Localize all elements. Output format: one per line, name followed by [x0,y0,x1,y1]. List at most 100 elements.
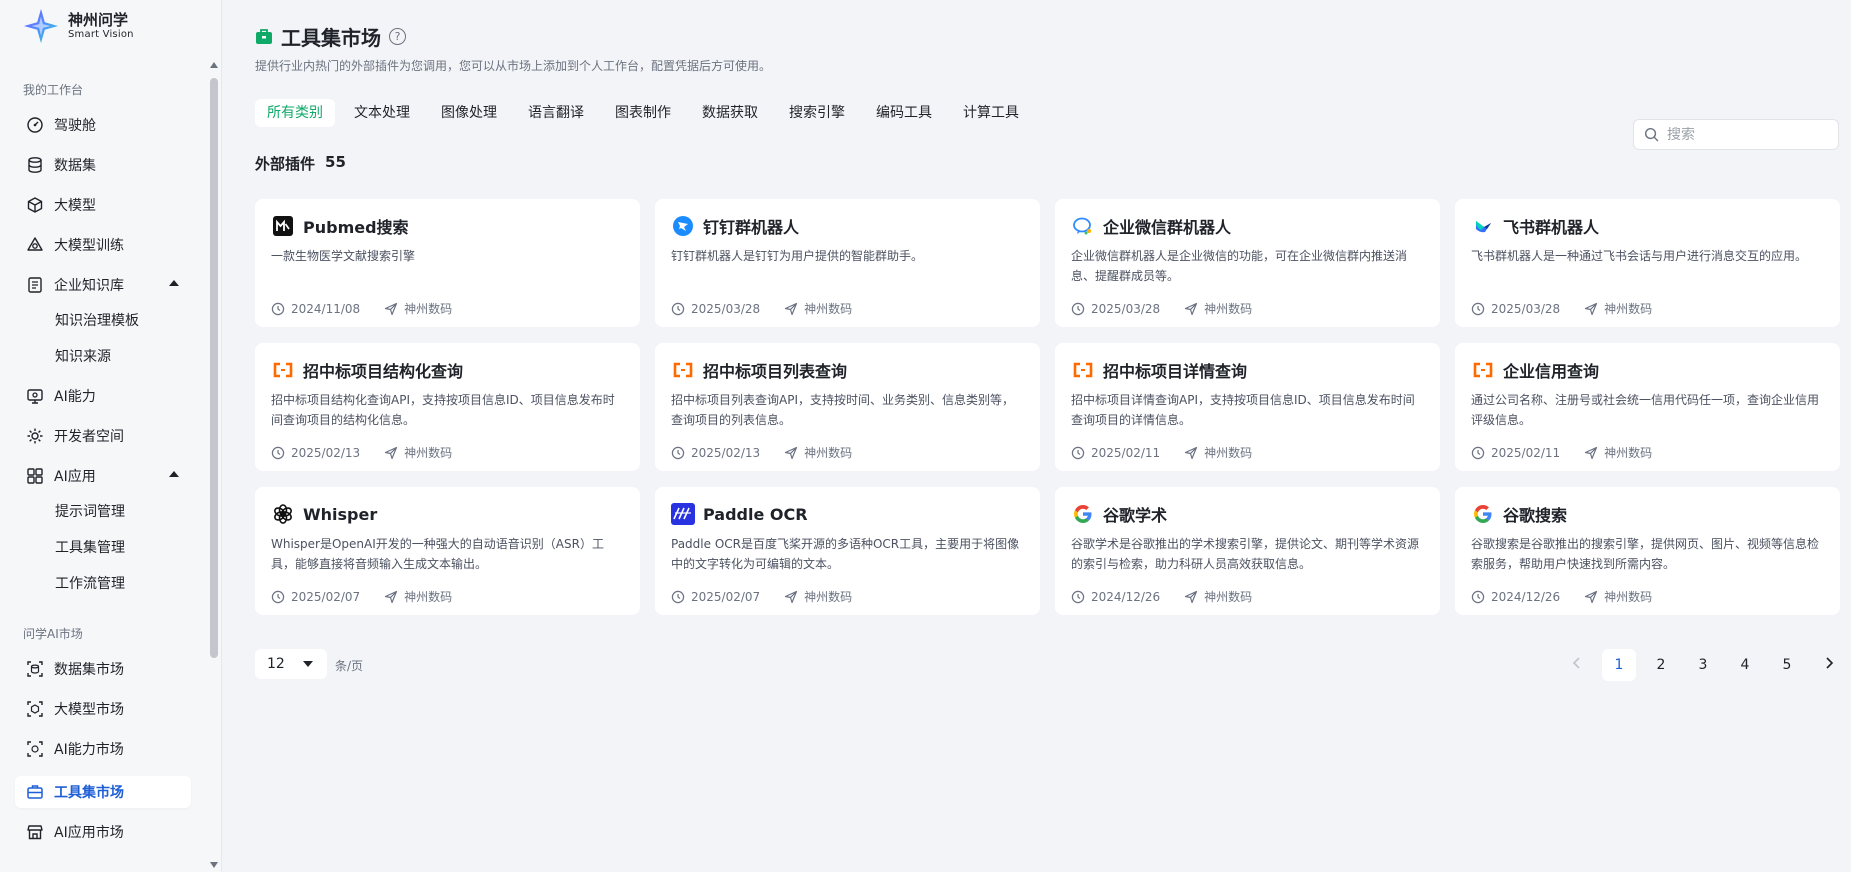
sidebar-item-label: 数据集 [54,158,96,174]
plugin-card-google-scholar[interactable]: 谷歌学术 谷歌学术是谷歌推出的学术搜索引擎，提供论文、期刊等学术资源的索引与检索… [1055,487,1440,615]
sidebar-item-dataset[interactable]: 数据集 [15,149,191,181]
cube-icon [26,196,44,214]
sidebar-item-model[interactable]: 大模型 [15,189,191,221]
sidebar-item-dashboard[interactable]: 驾驶舱 [15,109,191,141]
category-tabs: 所有类别 文本处理 图像处理 语言翻译 图表制作 数据获取 搜索引擎 编码工具 … [255,99,1038,127]
card-description: 招中标项目列表查询API，支持按时间、业务类别、信息类别等，查询项目的列表信息。 [671,393,1014,427]
scrollbar-thumb[interactable] [210,78,218,658]
card-description: 一款生物医学文献搜索引擎 [271,249,416,263]
page-size-select[interactable]: 12 [255,649,327,679]
sidebar-item-knowledge[interactable]: 企业知识库 [15,269,191,301]
card-date: 2025/02/11 [1491,445,1561,460]
sidebar-scrollbar[interactable] [208,58,220,870]
page-button-2[interactable]: 2 [1644,649,1678,681]
sidebar-subitem-prompt[interactable]: 提示词管理 [55,500,125,524]
sidebar-subitem-knowledge-source[interactable]: 知识来源 [55,345,111,369]
card-description: 谷歌搜索是谷歌推出的搜索引擎，提供网页、图片、视频等信息检索服务，帮助用户快速找… [1471,537,1820,571]
plugin-card-whisper[interactable]: Whisper Whisper是OpenAI开发的一种强大的自动语音识别（ASR… [255,487,640,615]
card-publisher: 神州数码 [404,446,453,460]
card-title: 钉钉群机器人 [703,218,800,237]
tab-data[interactable]: 数据获取 [690,99,770,127]
prev-page-button[interactable] [1560,649,1594,681]
next-page-button[interactable] [1812,649,1846,681]
tab-text[interactable]: 文本处理 [342,99,422,127]
sidebar-item-training[interactable]: 大模型训练 [15,229,191,261]
plugin-card-paddle-ocr[interactable]: Paddle OCR Paddle OCR是百度飞桨开源的多语种OCR工具，主要… [655,487,1040,615]
card-title: 谷歌学术 [1103,506,1168,525]
sidebar-subitem-knowledge-template[interactable]: 知识治理模板 [55,309,139,333]
card-title: 企业信用查询 [1503,362,1600,381]
clock-icon [671,590,685,603]
page-button-3[interactable]: 3 [1686,649,1720,681]
scroll-up-arrow-icon[interactable] [210,62,218,68]
tab-translate[interactable]: 语言翻译 [516,99,596,127]
dashboard-icon [26,116,44,134]
sidebar-item-developer[interactable]: 开发者空间 [15,420,191,452]
send-icon [1185,302,1198,315]
dingtalk-icon [671,214,695,238]
sidebar-subitem-workflow[interactable]: 工作流管理 [55,572,125,596]
scroll-down-arrow-icon[interactable] [210,862,218,868]
card-description: 招中标项目详情查询API，支持按项目信息ID、项目信息发布时间查询项目的详情信息… [1071,393,1415,427]
card-description: 招中标项目结构化查询API，支持按项目信息ID、项目信息发布时间查询项目的结构化… [271,393,615,427]
page-description: 提供行业内热门的外部插件为您调用，您可以从市场上添加到个人工作台，配置凭据后方可… [255,59,772,73]
sidebar-item-ability-market[interactable]: AI能力市场 [15,733,191,765]
search-box[interactable] [1633,119,1839,150]
search-icon [1644,127,1659,142]
plugin-grid: Pubmed搜索 一款生物医学文献搜索引擎 2024/11/08 神州数码 钉钉… [255,199,1840,615]
card-date: 2025/02/13 [291,445,361,460]
paddle-icon [671,502,695,526]
sidebar-item-app-market[interactable]: AI应用市场 [15,816,191,848]
sidebar-menu: 我的工作台 驾驶舱 数据集 大模型 大模型训练 企业知识库 知识治理模板 知识来… [0,60,206,872]
sidebar-item-toolset-market[interactable]: 工具集市场 [15,776,191,808]
card-description: Paddle OCR是百度飞桨开源的多语种OCR工具，主要用于将图像中的文字转化… [671,537,1020,571]
tab-all[interactable]: 所有类别 [255,99,335,127]
page-button-4[interactable]: 4 [1728,649,1762,681]
plugin-card-bid-structured[interactable]: 招中标项目结构化查询 招中标项目结构化查询API，支持按项目信息ID、项目信息发… [255,343,640,471]
clock-icon [1071,302,1085,315]
plugin-card-feishu[interactable]: 飞书群机器人 飞书群机器人是一种通过飞书会话与用户进行消息交互的应用。 2025… [1455,199,1840,327]
sidebar-item-model-market[interactable]: 大模型市场 [15,693,191,725]
help-icon[interactable]: ? [389,28,406,45]
plugin-card-google-search[interactable]: 谷歌搜索 谷歌搜索是谷歌推出的搜索引擎，提供网页、图片、视频等信息检索服务，帮助… [1455,487,1840,615]
send-icon [385,590,398,603]
plugin-card-dingtalk[interactable]: 钉钉群机器人 钉钉群机器人是钉钉为用户提供的智能群助手。 2025/03/28 … [655,199,1040,327]
plugin-card-bid-detail[interactable]: 招中标项目详情查询 招中标项目详情查询API，支持按项目信息ID、项目信息发布时… [1055,343,1440,471]
send-icon [1185,446,1198,459]
search-input[interactable] [1667,126,1827,143]
plugin-card-credit[interactable]: 企业信用查询 通过公司名称、注册号或社会统一信用代码任一项，查询企业信用评级信息… [1455,343,1840,471]
card-date: 2024/12/26 [1091,589,1161,604]
page-size-value: 12 [267,656,285,672]
card-description: 企业微信群机器人是企业微信的功能，可在企业微信群内推送消息、提醒群成员等。 [1071,249,1408,283]
card-description: Whisper是OpenAI开发的一种强大的自动语音识别（ASR）工具，能够直接… [271,537,604,571]
card-publisher: 神州数码 [804,302,853,316]
brand-logo[interactable]: 神州问学 Smart Vision [22,6,134,46]
developer-icon [26,427,44,445]
send-icon [1585,302,1598,315]
google-icon [1071,502,1095,526]
send-icon [785,302,798,315]
sidebar-item-ai-ability[interactable]: AI能力 [15,380,191,412]
page-button-5[interactable]: 5 [1770,649,1804,681]
tab-coding[interactable]: 编码工具 [864,99,944,127]
sidebar-item-dataset-market[interactable]: 数据集市场 [15,653,191,685]
sidebar-subitem-toolset[interactable]: 工具集管理 [55,536,125,560]
card-title: 招中标项目列表查询 [703,362,848,381]
tab-chart[interactable]: 图表制作 [603,99,683,127]
page-button-1[interactable]: 1 [1602,649,1636,681]
plugin-card-wecom[interactable]: 企业微信群机器人 企业微信群机器人是企业微信的功能，可在企业微信群内推送消息、提… [1055,199,1440,327]
sidebar-item-label: 企业知识库 [54,278,124,294]
plugin-card-bid-list[interactable]: 招中标项目列表查询 招中标项目列表查询API，支持按时间、业务类别、信息类别等，… [655,343,1040,471]
bracket-api-icon [1071,358,1095,382]
card-publisher: 神州数码 [1204,590,1253,604]
tab-image[interactable]: 图像处理 [429,99,509,127]
card-date: 2025/02/07 [291,589,361,604]
model-market-icon [26,700,44,718]
sidebar-item-ai-apps[interactable]: AI应用 [15,460,191,492]
card-publisher: 神州数码 [1204,446,1253,460]
card-date: 2024/12/26 [1491,589,1561,604]
plugin-card-pubmed[interactable]: Pubmed搜索 一款生物医学文献搜索引擎 2024/11/08 神州数码 [255,199,640,327]
tab-search-engine[interactable]: 搜索引擎 [777,99,857,127]
card-title: Pubmed搜索 [303,218,409,237]
tab-compute[interactable]: 计算工具 [951,99,1031,127]
